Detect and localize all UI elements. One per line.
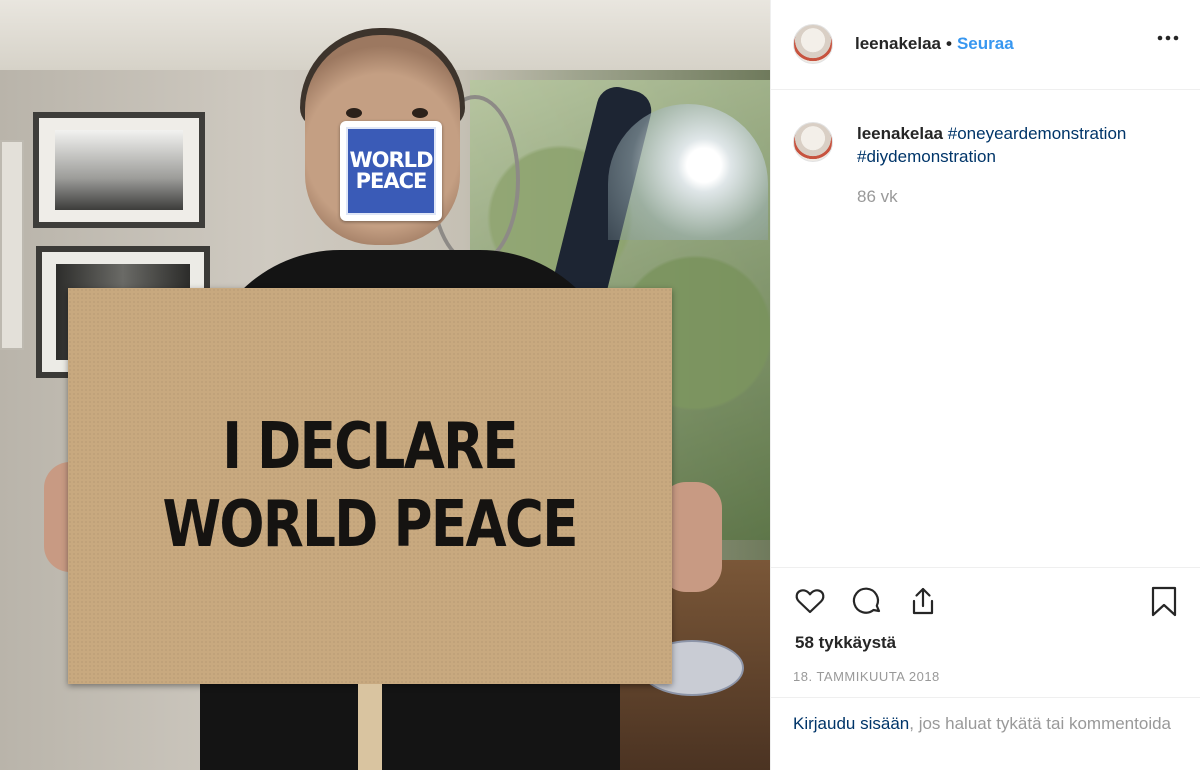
hashtag-link-2[interactable]: #diydemonstration xyxy=(857,147,996,166)
login-prompt: Kirjaudu sisään, jos haluat tykätä tai k… xyxy=(771,697,1200,736)
avatar[interactable] xyxy=(793,24,833,64)
comment-icon[interactable] xyxy=(850,584,884,618)
post-photo[interactable]: WORLD PEACE I DECLARE WORLD PEACE xyxy=(0,0,770,770)
heart-icon[interactable] xyxy=(793,584,827,618)
username-link[interactable]: leenakelaa xyxy=(855,34,941,53)
header-user-row: leenakelaa • Seuraa xyxy=(855,34,1014,54)
protest-sign: I DECLARE WORLD PEACE xyxy=(68,288,672,684)
world-peace-sticker: WORLD PEACE xyxy=(340,121,442,221)
picture-frame-top xyxy=(33,112,205,228)
hashtag-link-1[interactable]: #oneyeardemonstration xyxy=(948,124,1127,143)
action-bar xyxy=(771,567,1200,617)
sticker-word-2: PEACE xyxy=(355,169,428,193)
login-prompt-text: , jos haluat tykätä tai kommentoida xyxy=(909,714,1171,733)
login-link[interactable]: Kirjaudu sisään xyxy=(793,714,909,733)
post-header: leenakelaa • Seuraa xyxy=(771,0,1200,90)
bookmark-icon[interactable] xyxy=(1147,584,1181,618)
sign-line-1: I DECLARE xyxy=(222,409,519,484)
sticker-print: WORLD PEACE xyxy=(346,127,436,215)
sticker-word-1: WORLD xyxy=(349,148,434,172)
left-eye xyxy=(346,108,362,118)
sign-line-2: WORLD PEACE xyxy=(162,488,579,562)
caption-avatar[interactable] xyxy=(793,122,833,162)
instagram-post: WORLD PEACE I DECLARE WORLD PEACE leenak… xyxy=(0,0,1200,770)
follow-button[interactable]: Seuraa xyxy=(957,34,1014,53)
right-eye xyxy=(412,108,428,118)
post-caption: leenakelaa #oneyeardemonstration #diydem… xyxy=(857,122,1177,168)
share-icon[interactable] xyxy=(906,584,940,618)
like-count[interactable]: 58 tykkäystä xyxy=(795,633,896,653)
separator-dot: • xyxy=(946,34,952,53)
sign-stick xyxy=(358,684,382,770)
caption-username[interactable]: leenakelaa xyxy=(857,124,943,143)
post-side-panel: leenakelaa • Seuraa leenakelaa #oneyeardem… xyxy=(770,0,1200,770)
post-age[interactable]: 86 vk xyxy=(857,187,898,207)
post-date: 18. TAMMIKUUTA 2018 xyxy=(793,669,940,684)
more-options-icon[interactable] xyxy=(1155,28,1181,48)
picture-frame-left-edge xyxy=(0,140,24,350)
